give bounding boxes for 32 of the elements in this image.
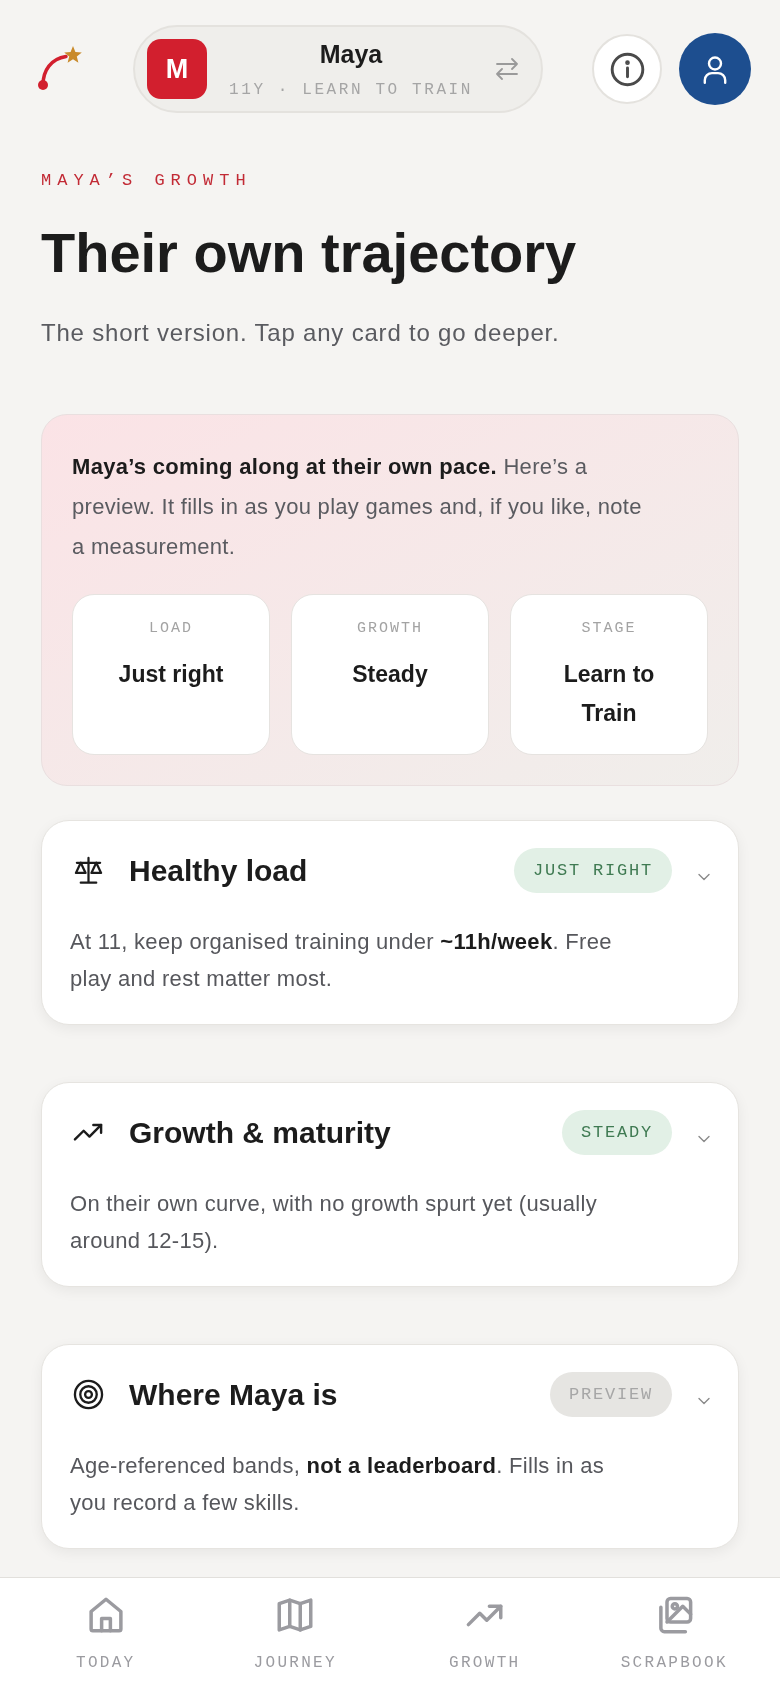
card-title: Healthy load [129,852,308,889]
section-eyebrow: MAYA’S GROWTH [41,170,253,192]
insight-card[interactable]: Where Maya is PREVIEW Age-referenced bands, not a leaderboard. Fills in as you record a few skills. [41,1344,739,1549]
insight-card[interactable]: Growth & maturity STEADY On their own curve, with no growth spurt yet (usually around 12-15). [41,1082,739,1287]
target-icon [73,1379,104,1410]
stat-label: STAGE [581,619,637,639]
card-body: Age-referenced bands, not a leaderboard. Fills in as you record a few skills. [70,1452,606,1517]
stat-value: Learn to Train [562,660,656,728]
stat-label: GROWTH [357,619,423,639]
scale-icon [73,855,104,886]
card-body: At 11, keep organised training under ~11h/week. Free play and rest matter most. [70,928,613,993]
child-name: Maya [319,38,383,69]
child-subtitle: 11Y · LEARN TO TRAIN [229,79,473,100]
status-badge: PREVIEW [550,1372,672,1417]
insight-card[interactable]: Healthy load JUST RIGHT At 11, keep organised training under ~11h/week. Free play and rest matter most. [41,820,739,1025]
page-subtitle: The short version. Tap any card to go deeper. [41,318,561,348]
swap-icon [495,58,519,80]
child-switcher-button[interactable]: M Maya 11Y · LEARN TO TRAIN [133,25,543,113]
avatar: M [147,39,207,99]
status-badge: STEADY [562,1110,672,1155]
card-title: Growth & maturity [129,1114,391,1151]
trend-icon [73,1122,104,1143]
info-icon [609,51,645,87]
summary-text: Maya’s coming along at their own pace. Here’s a preview. It fills in as you play games and, if you like, note a measurement. [72,453,642,561]
status-badge: JUST RIGHT [513,848,672,893]
card-body: On their own curve, with no growth spurt yet (usually around 12-15). [70,1190,598,1255]
stat-value: Steady [352,660,428,689]
card-title: Where Maya is [129,1376,338,1413]
stat-value: Just right [118,660,224,689]
person-icon [703,54,727,84]
page-title: Their own trajectory [41,221,578,285]
stat-label: LOAD [149,619,193,639]
